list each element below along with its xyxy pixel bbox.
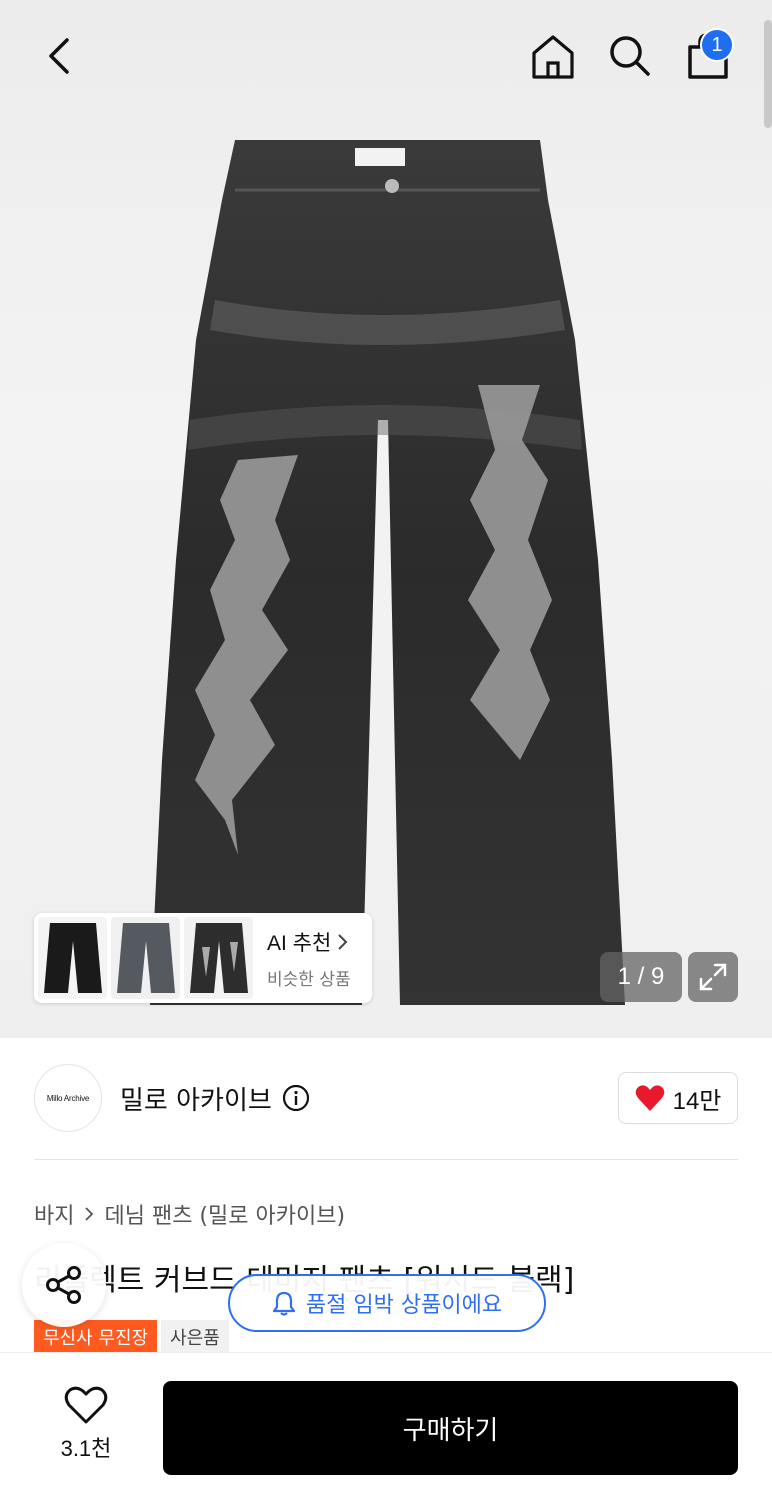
cart-button[interactable]: 1: [680, 28, 736, 84]
recommended-thumbnail[interactable]: [184, 917, 253, 999]
bottom-action-bar: 3.1천 구매하기: [0, 1352, 772, 1500]
chevron-left-icon: [49, 38, 69, 74]
page-scrollbar[interactable]: [764, 20, 772, 128]
breadcrumb-subcategory[interactable]: 데님 팬츠 (밀로 아카이브): [104, 1198, 345, 1230]
product-image: [150, 140, 625, 1005]
chevron-right-icon: [85, 1207, 94, 1221]
toast-text: 품절 임박 상품이에요: [305, 1293, 503, 1318]
brand-like-button[interactable]: 14만: [618, 1072, 738, 1124]
ai-recommendation-title: AI 추천: [267, 927, 351, 957]
heart-outline-icon: [64, 1386, 108, 1424]
wishlist-button[interactable]: 3.1천: [40, 1385, 132, 1463]
ai-recommendation-subtitle: 비슷한 상품: [267, 969, 351, 990]
gift-tag: 사은품: [161, 1320, 229, 1354]
home-icon: [532, 35, 574, 79]
buy-button[interactable]: 구매하기: [163, 1381, 738, 1475]
home-button[interactable]: [525, 28, 581, 84]
ai-recommendation-text: AI 추천 비슷한 상품: [267, 927, 351, 990]
chevron-right-icon: [338, 933, 348, 950]
product-image-gallery[interactable]: 1 AI 추천 비슷한 상품 1 / 9: [0, 0, 772, 1038]
section-divider: [34, 1159, 738, 1160]
info-icon[interactable]: [282, 1084, 310, 1112]
recommended-thumbnail[interactable]: [111, 917, 180, 999]
brand-logo[interactable]: Millo Archive: [34, 1064, 102, 1132]
expand-icon: [699, 963, 727, 991]
image-counter: 1 / 9: [600, 952, 682, 1002]
search-button[interactable]: [602, 28, 658, 84]
low-stock-toast: 품절 임박 상품이에요: [228, 1274, 546, 1332]
breadcrumb-category[interactable]: 바지: [34, 1198, 74, 1230]
wishlist-count: 3.1천: [60, 1436, 112, 1461]
share-button[interactable]: [22, 1243, 106, 1327]
cart-count-badge: 1: [700, 28, 734, 62]
breadcrumb: 바지 데님 팬츠 (밀로 아카이브): [34, 1198, 345, 1230]
expand-image-button[interactable]: [688, 952, 738, 1002]
bell-icon: [272, 1291, 296, 1316]
share-icon: [46, 1266, 81, 1304]
brand-like-count: 14만: [672, 1087, 722, 1115]
top-nav-bar: 1: [0, 0, 772, 112]
brand-row: Millo Archive 밀로 아카이브 14만: [34, 1062, 738, 1134]
recommended-thumbnail[interactable]: [38, 917, 107, 999]
back-button[interactable]: [32, 28, 88, 84]
search-icon: [610, 36, 650, 76]
ai-recommendation-card[interactable]: AI 추천 비슷한 상품: [34, 913, 372, 1003]
heart-filled-icon: [635, 1085, 664, 1111]
brand-name[interactable]: 밀로 아카이브: [120, 1080, 272, 1117]
